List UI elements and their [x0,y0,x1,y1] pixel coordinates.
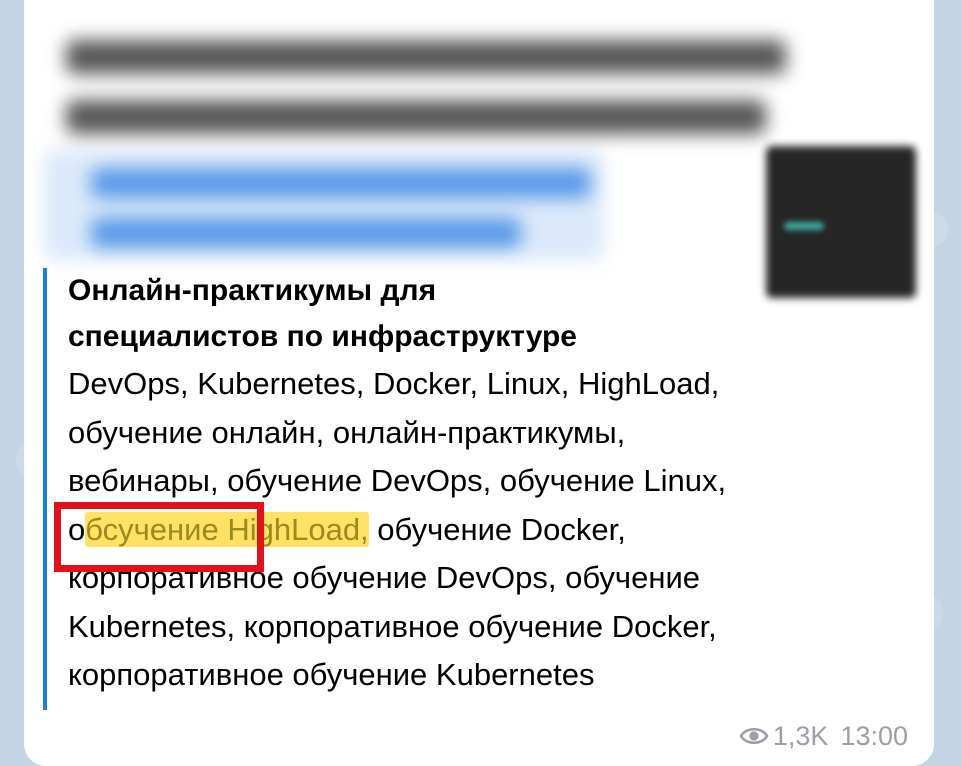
thumbnail-accent [784,222,824,230]
link-preview-title: Онлайн-практикумы для специалистов по ин… [47,268,907,360]
title-line: Онлайн-практикумы для [68,274,437,307]
annotation-box [54,502,264,572]
message-meta: 1,3K 13:00 [739,716,908,756]
message-time: 13:00 [840,720,908,751]
eye-icon [739,727,769,745]
description-line: DevOps, Kubernetes, Docker, Linux, HighL… [68,366,720,401]
description-text: обучение Docker, [368,511,626,547]
message-bubble[interactable]: Онлайн-практикумы для специалистов по ин… [24,0,934,766]
description-line: корпоративное обучение Kubernetes [68,657,595,692]
description-line: обучение онлайн, онлайн-практикумы, [68,414,626,450]
description-line: Kubernetes, корпоративное обучение Docke… [68,608,717,644]
views-count: 1,3K [772,720,829,751]
link-preview[interactable]: Онлайн-практикумы для специалистов по ин… [43,268,907,710]
title-line: специалистов по инфраструктуре [68,320,577,353]
blurred-message-text [36,0,796,268]
description-line: вебинары, обучение DevOps, обучение Linu… [68,463,727,498]
